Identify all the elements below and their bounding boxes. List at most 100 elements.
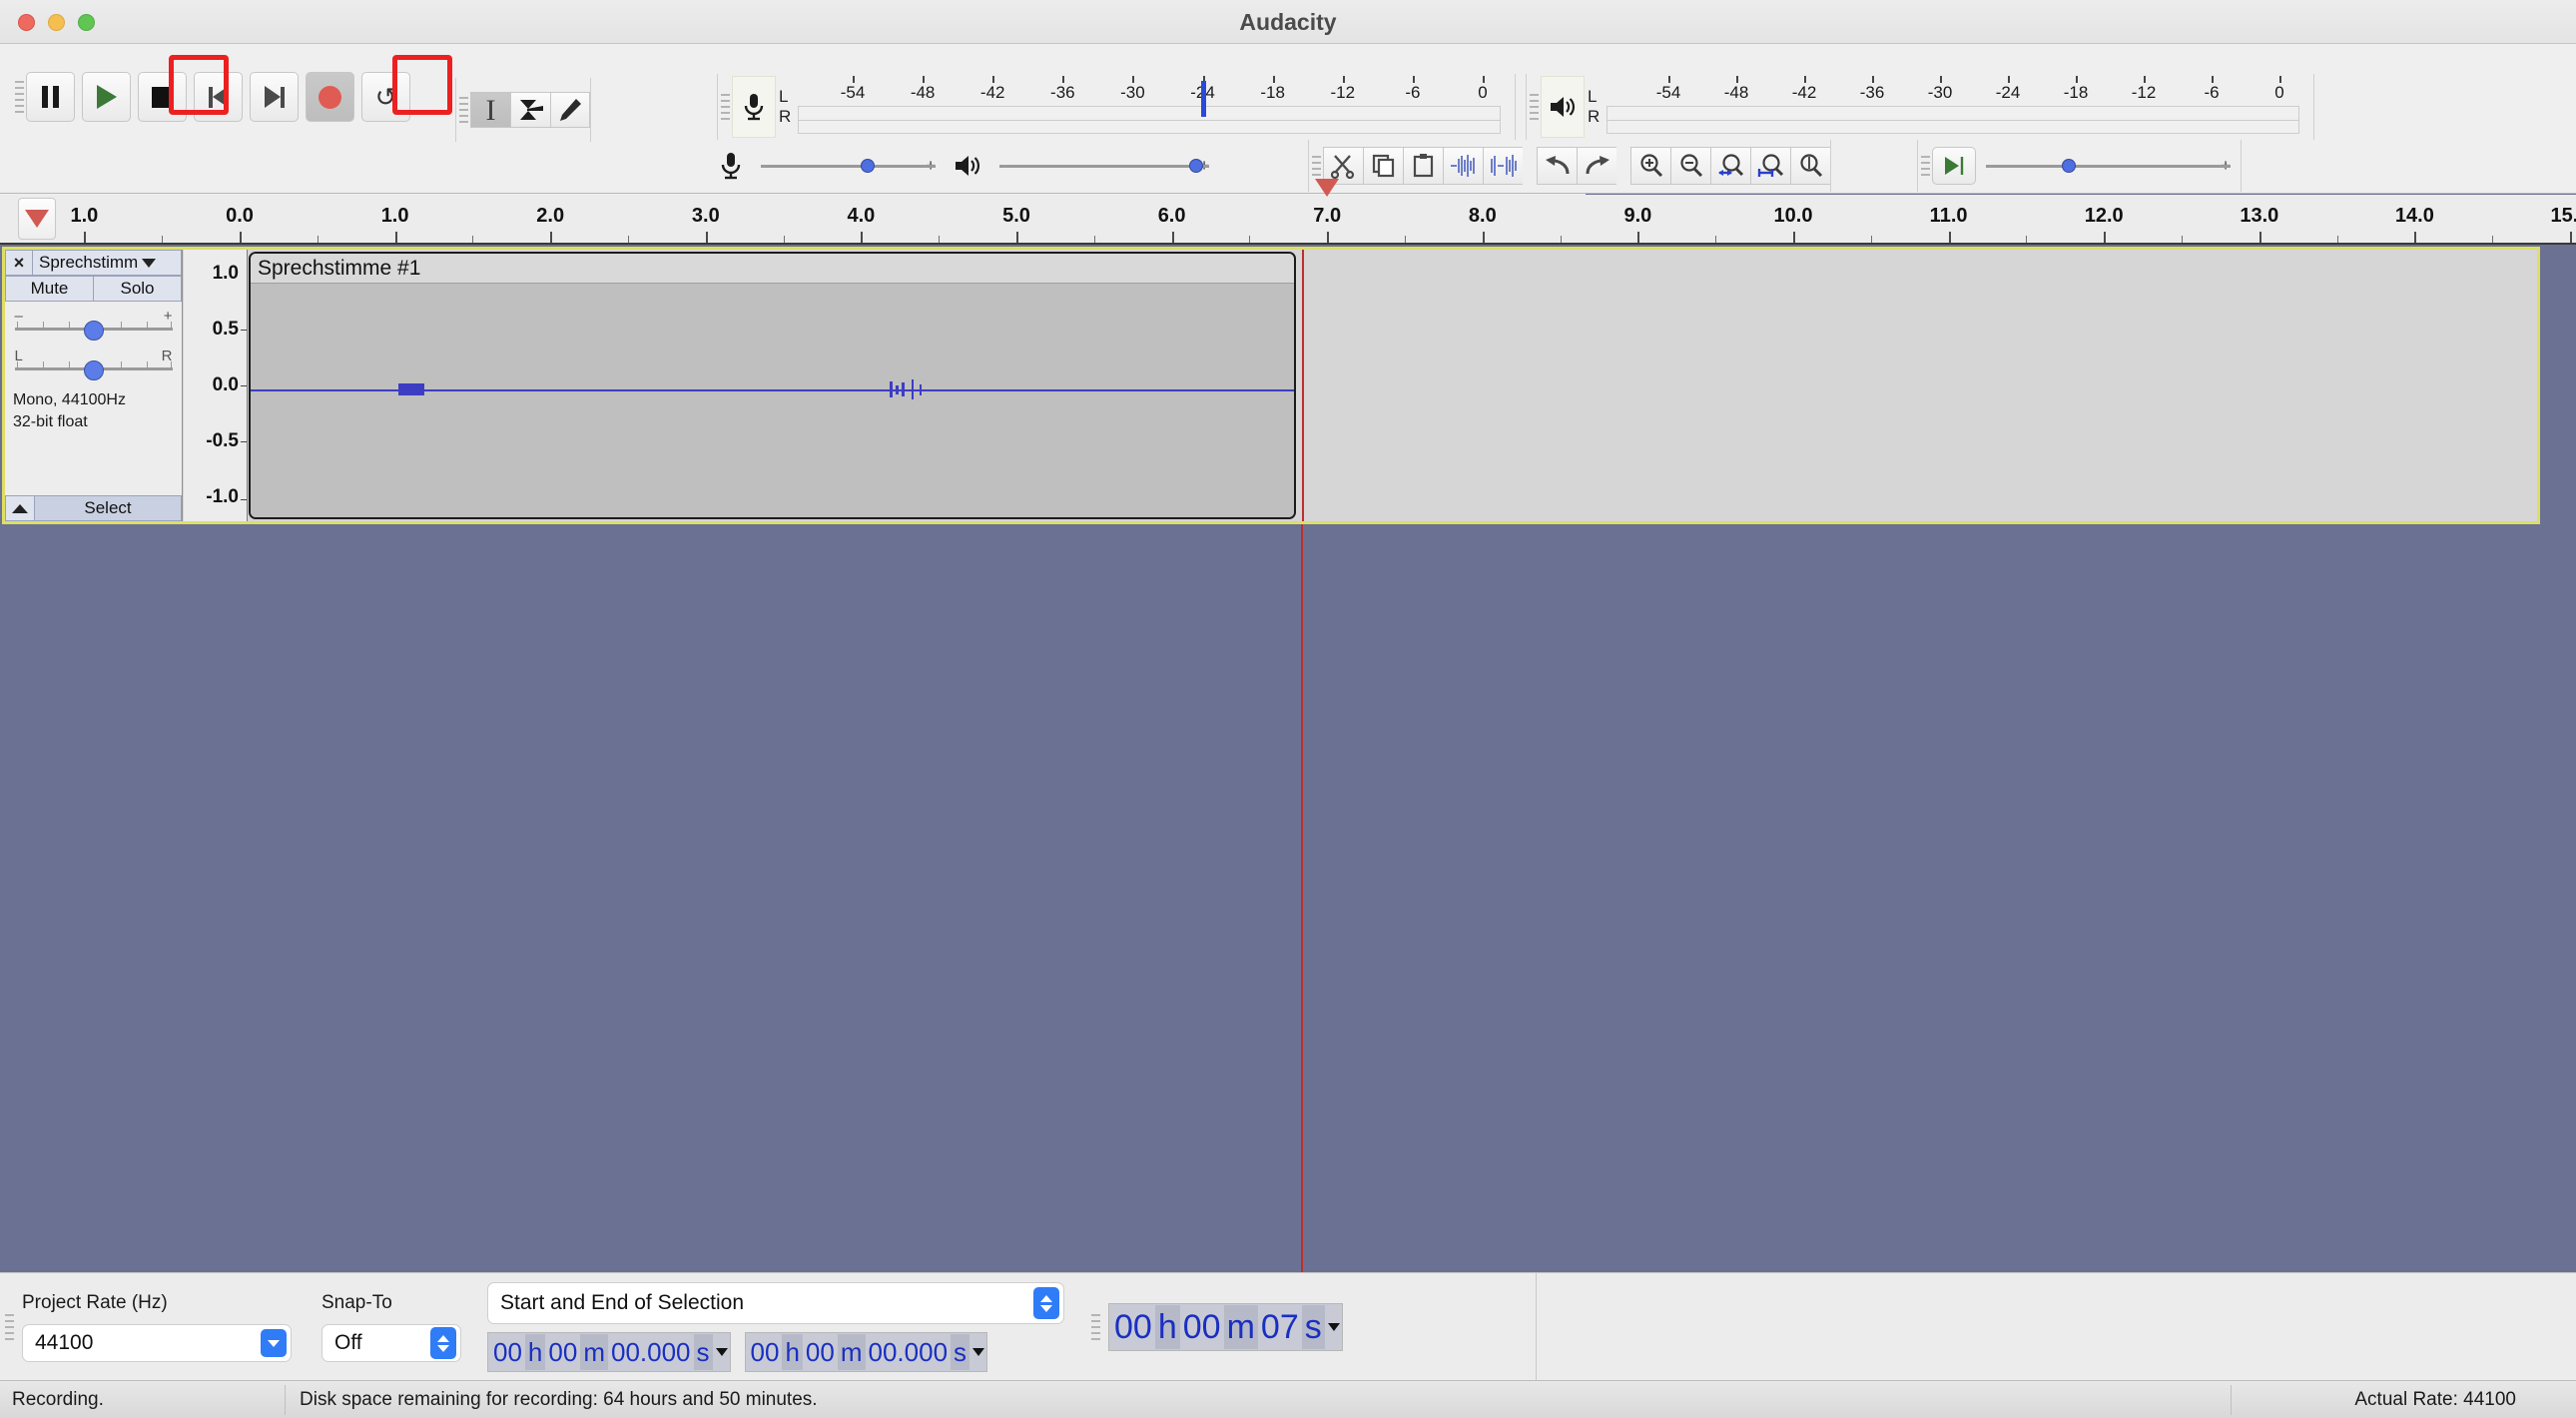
selection-start-second-unit: s [693,1334,713,1370]
timeline-minor-tick [939,236,941,243]
timeline-tick [861,232,864,243]
tools-toolbar-grip[interactable] [456,78,470,142]
audio-position-time[interactable]: 00 h 00 m 07 s [1108,1303,1343,1351]
draw-tool-button[interactable] [550,92,590,128]
waveform-blip [902,382,905,396]
track-name-dropdown[interactable]: Sprechstimm [33,250,182,276]
selection-tool-button[interactable]: I [470,92,510,128]
track-control-panel: × Sprechstimm Mute Solo – + L R Mono, 44… [5,250,183,521]
recording-volume-knob[interactable] [860,159,875,173]
envelope-tool-button[interactable] [510,92,550,128]
record-button[interactable] [306,72,354,122]
playback-volume-knob[interactable] [1189,159,1204,173]
timeline-tick-label: 2.0 [536,205,565,227]
selection-toolbar-grip[interactable] [2,1273,16,1381]
caret-down-icon[interactable] [1327,1323,1340,1331]
play-speed-knob[interactable] [2062,159,2077,173]
meter-tick-label: -30 [1120,83,1145,102]
timeline-tick [2414,232,2417,243]
waveform-blip [890,381,893,397]
skip-to-start-button[interactable] [194,72,243,122]
time-toolbar-grip[interactable] [1088,1273,1102,1381]
snap-to-select[interactable]: Off [322,1324,461,1362]
play-at-speed-grip[interactable] [1918,140,1932,192]
vruler-label-1: 1.0 [212,263,239,284]
playback-volume-slider[interactable]: – + [999,154,1209,178]
project-rate-select[interactable]: 44100 [22,1324,292,1362]
meter-tick-label: -42 [979,83,1005,102]
stop-button[interactable] [138,72,187,122]
mute-button[interactable]: Mute [5,276,94,302]
copy-button[interactable] [1363,147,1403,185]
meter-tick-label: -24 [1995,83,2021,102]
caret-down-icon[interactable] [972,1348,985,1356]
playback-meter[interactable]: L R -54 -48 -42 -36 -30 -24 -18 -12 -6 0 [1541,76,2299,138]
waveform-blip [896,385,899,394]
zoom-in-button[interactable] [1630,147,1670,185]
pin-play-head-button[interactable] [18,198,56,240]
transport-toolbar: ↺ [8,52,452,142]
chevron-updown-icon[interactable] [430,1327,456,1359]
selection-mode-value: Start and End of Selection [500,1291,744,1314]
recording-meter-toolbar: L R -54-48-42-36-30-24-18-12-60 [717,74,1516,140]
timeline-ruler[interactable]: 1.0 0.0 1.0 2.0 3.0 4.0 5.0 6.0 7.0 8.0 9.0 10.0 11.… [0,179,2576,245]
trim-audio-button[interactable] [1443,147,1483,185]
zoom-toggle-button[interactable] [1790,147,1830,185]
gain-slider[interactable]: – + [13,308,175,342]
solo-button[interactable]: Solo [94,276,182,302]
play-at-speed-button[interactable] [1932,147,1976,185]
timeline-tick-label: 8.0 [1468,205,1497,227]
playback-meter-grip[interactable] [1527,74,1541,140]
timeline-minor-tick [628,236,629,243]
selection-end-time[interactable]: 00 h 00 m 00.000 s [744,1332,988,1372]
fit-project-button[interactable] [1750,147,1790,185]
pan-slider[interactable]: L R [13,348,175,381]
cut-icon [1330,155,1354,179]
gain-knob[interactable] [83,321,104,341]
selection-mode-select[interactable]: Start and End of Selection [487,1282,1064,1324]
zoom-out-button[interactable] [1670,147,1710,185]
meter-tick [1940,76,1942,83]
redo-button[interactable] [1577,147,1616,185]
undo-button[interactable] [1537,147,1577,185]
recording-meter-grip[interactable] [718,74,732,140]
playback-meter-speaker-button[interactable] [1541,76,1585,138]
edit-toolbar [1308,140,1831,192]
silence-audio-button[interactable] [1483,147,1523,185]
timeline-tick [1171,232,1174,243]
clip-waveform[interactable] [251,284,1294,517]
microphone-icon [744,94,764,121]
play-button[interactable] [82,72,131,122]
pause-button[interactable] [26,72,75,122]
window-title: Audacity [1239,9,1337,35]
transport-toolbar-grip[interactable] [12,52,26,142]
audio-clip[interactable]: Sprechstimme #1 [249,252,1296,519]
playback-meter-scale: -54 -48 -42 -36 -30 -24 -18 -12 -6 0 [1607,76,2299,106]
chevron-updown-icon[interactable] [1033,1287,1059,1319]
collapse-track-button[interactable] [5,495,35,521]
loop-button[interactable]: ↺ [361,72,410,122]
caret-down-icon[interactable] [715,1348,728,1356]
selection-end-minute-unit: m [837,1334,866,1370]
selection-start-hours: 00 [490,1334,525,1370]
skip-to-end-button[interactable] [250,72,299,122]
recording-meter[interactable]: L R -54-48-42-36-30-24-18-12-60 [732,76,1501,138]
close-track-button[interactable]: × [5,250,33,276]
selection-start-time[interactable]: 00 h 00 m 00.000 s [487,1332,731,1372]
pause-icon [42,86,59,108]
fit-selection-button[interactable] [1710,147,1750,185]
audio-position-second-unit: s [1301,1305,1325,1349]
pan-knob[interactable] [83,360,104,380]
audio-position-minutes: 00 [1179,1305,1224,1349]
meter-tick [1736,76,1738,83]
waveform-area[interactable]: Sprechstimme #1 [249,250,2537,521]
recording-meter-mic-button[interactable] [732,76,776,138]
chevron-down-icon[interactable] [261,1329,287,1357]
waveform-blip [920,384,922,395]
play-speed-slider[interactable]: – + [1986,154,2231,178]
recording-volume-slider[interactable]: – + [761,154,936,178]
waveform-blip [912,379,914,399]
channel-left-label: L [1588,87,1598,106]
select-track-button[interactable]: Select [35,495,182,521]
paste-button[interactable] [1403,147,1443,185]
